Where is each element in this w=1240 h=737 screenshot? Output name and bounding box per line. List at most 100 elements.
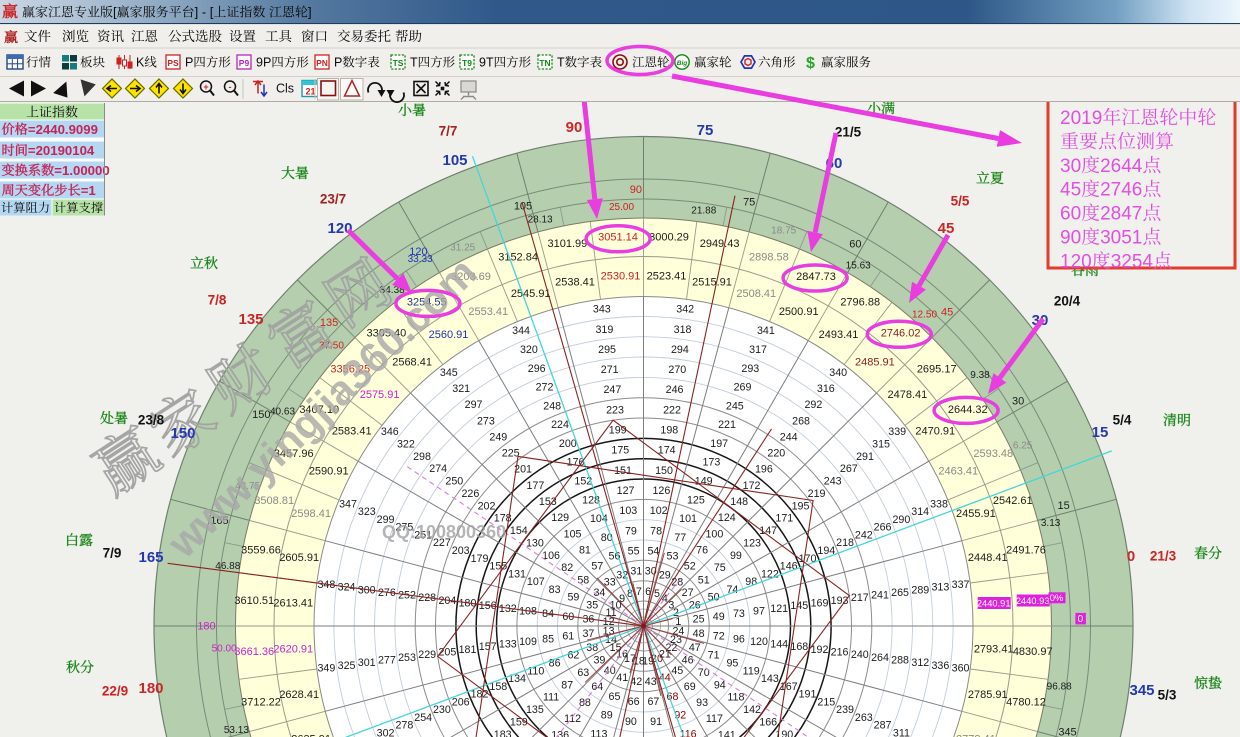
svg-text:48: 48 — [693, 628, 705, 640]
svg-text:120: 120 — [1060, 251, 1092, 272]
svg-text:67: 67 — [647, 696, 659, 708]
svg-text:273: 273 — [477, 415, 495, 427]
svg-text:7/9: 7/9 — [103, 546, 122, 561]
svg-text:35: 35 — [586, 599, 598, 611]
svg-text:340: 340 — [829, 367, 847, 379]
svg-text:153: 153 — [539, 496, 557, 508]
svg-text:3.13: 3.13 — [1041, 518, 1061, 529]
svg-text:198: 198 — [660, 425, 678, 437]
svg-text:2500.91: 2500.91 — [779, 306, 819, 318]
svg-text:240: 240 — [851, 649, 869, 661]
svg-text:3101.99: 3101.99 — [548, 238, 588, 250]
svg-text:323: 323 — [358, 506, 376, 518]
svg-text:90: 90 — [1060, 228, 1081, 249]
svg-text:97: 97 — [753, 606, 765, 618]
svg-text:292: 292 — [804, 399, 822, 411]
svg-text:71: 71 — [708, 650, 720, 662]
svg-text:121: 121 — [770, 603, 788, 615]
svg-text:289: 289 — [911, 584, 929, 596]
svg-text:3051.14: 3051.14 — [598, 231, 638, 243]
svg-text:216: 216 — [831, 647, 849, 659]
svg-text:159: 159 — [510, 716, 528, 728]
svg-text:339: 339 — [888, 426, 906, 438]
svg-text:150: 150 — [252, 409, 270, 421]
svg-text:2598.41: 2598.41 — [291, 508, 331, 520]
svg-text:94: 94 — [714, 679, 726, 691]
svg-text:166: 166 — [759, 716, 777, 728]
svg-text:7: 7 — [636, 586, 642, 598]
svg-text:165: 165 — [138, 549, 163, 566]
svg-text:126: 126 — [652, 485, 670, 497]
svg-text:4780.12: 4780.12 — [1006, 697, 1046, 709]
svg-text:143: 143 — [761, 673, 779, 685]
svg-text:QQ:100800360: QQ:100800360 — [382, 522, 506, 542]
svg-text:199: 199 — [609, 425, 627, 437]
svg-text:2590.91: 2590.91 — [309, 465, 349, 477]
svg-text:110: 110 — [527, 665, 544, 677]
svg-text:107: 107 — [527, 576, 545, 588]
svg-text:3000.29: 3000.29 — [649, 231, 689, 243]
svg-text:82: 82 — [561, 562, 573, 574]
svg-text:288: 288 — [891, 655, 909, 667]
svg-text:K: K — [136, 56, 145, 70]
svg-text:295: 295 — [598, 344, 616, 356]
svg-text:2605.91: 2605.91 — [279, 552, 319, 564]
svg-text:PN: PN — [316, 58, 328, 68]
svg-text:145: 145 — [790, 600, 808, 612]
svg-text:T: T — [410, 56, 418, 70]
svg-text:2485.91: 2485.91 — [855, 357, 895, 369]
svg-text:9T: 9T — [479, 56, 494, 70]
svg-text:249: 249 — [489, 432, 507, 444]
svg-text:135: 135 — [526, 704, 544, 716]
svg-text:12.50: 12.50 — [912, 309, 937, 320]
svg-text:87: 87 — [561, 679, 573, 691]
svg-text:65: 65 — [609, 691, 621, 703]
svg-text:112: 112 — [564, 713, 581, 725]
svg-text:2508.41: 2508.41 — [736, 288, 776, 300]
svg-text:99: 99 — [730, 550, 742, 562]
svg-text:192: 192 — [811, 644, 829, 656]
svg-text:25.00: 25.00 — [609, 202, 634, 213]
svg-text:105: 105 — [442, 152, 467, 169]
svg-text:150: 150 — [655, 465, 673, 477]
svg-text:96: 96 — [733, 633, 745, 645]
svg-text:118: 118 — [727, 692, 744, 704]
svg-text:P: P — [334, 56, 342, 70]
svg-text:177: 177 — [526, 480, 544, 492]
svg-text:229: 229 — [418, 649, 436, 661]
svg-text:23/8: 23/8 — [138, 413, 165, 428]
svg-text:2455.91: 2455.91 — [956, 508, 996, 520]
svg-text:109: 109 — [519, 636, 537, 648]
svg-text:271: 271 — [601, 364, 619, 376]
svg-text:2530.91: 2530.91 — [601, 270, 641, 282]
svg-text:142: 142 — [743, 704, 761, 716]
svg-text:301: 301 — [358, 657, 376, 669]
svg-text:342: 342 — [676, 304, 694, 316]
svg-text:66: 66 — [628, 696, 640, 708]
svg-text:57: 57 — [591, 561, 603, 573]
svg-text:182: 182 — [471, 689, 489, 701]
svg-text:169: 169 — [811, 598, 829, 610]
svg-text:2628.41: 2628.41 — [279, 689, 319, 701]
svg-text:175: 175 — [611, 445, 629, 457]
svg-text:61: 61 — [562, 631, 574, 643]
svg-text:=1: =1 — [81, 183, 96, 198]
svg-text:290: 290 — [892, 514, 910, 526]
svg-text:191: 191 — [799, 689, 817, 701]
svg-text:225: 225 — [502, 448, 520, 460]
svg-text:2440.93: 2440.93 — [1016, 596, 1050, 606]
svg-text:266: 266 — [874, 522, 892, 534]
svg-text:5/3: 5/3 — [1158, 688, 1177, 703]
svg-text:196: 196 — [755, 464, 773, 476]
svg-text:200: 200 — [559, 438, 577, 450]
svg-text:148: 148 — [730, 496, 748, 508]
svg-text:2553.41: 2553.41 — [468, 306, 508, 318]
svg-text:120: 120 — [409, 246, 427, 258]
svg-text:90: 90 — [625, 716, 637, 728]
svg-text:322: 322 — [397, 438, 415, 450]
svg-text:131: 131 — [508, 568, 526, 580]
svg-text:28.13: 28.13 — [528, 214, 553, 225]
svg-text:320: 320 — [520, 344, 538, 356]
svg-text:2847.73: 2847.73 — [796, 271, 836, 283]
svg-text:TN: TN — [539, 58, 550, 68]
